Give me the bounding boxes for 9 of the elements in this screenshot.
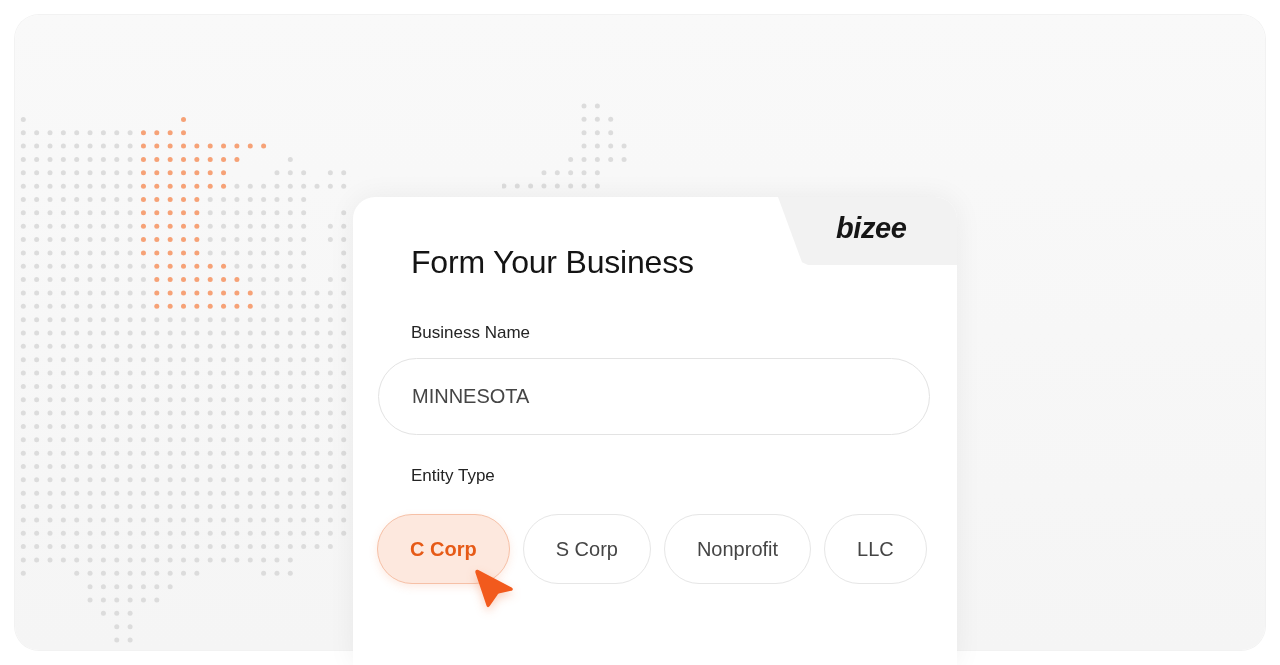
form-title: Form Your Business bbox=[411, 243, 694, 282]
entity-option[interactable]: Nonprofit bbox=[663, 514, 812, 584]
cursor-icon bbox=[474, 568, 514, 608]
field-label: Business Name bbox=[411, 322, 531, 344]
logo: bizee bbox=[836, 213, 907, 243]
field-label: Entity Type bbox=[411, 465, 495, 487]
business-name-input[interactable]: MINNESOTA bbox=[378, 358, 930, 435]
entity-option[interactable]: LLC bbox=[824, 514, 927, 584]
entity-option[interactable]: S Corp bbox=[522, 514, 651, 584]
